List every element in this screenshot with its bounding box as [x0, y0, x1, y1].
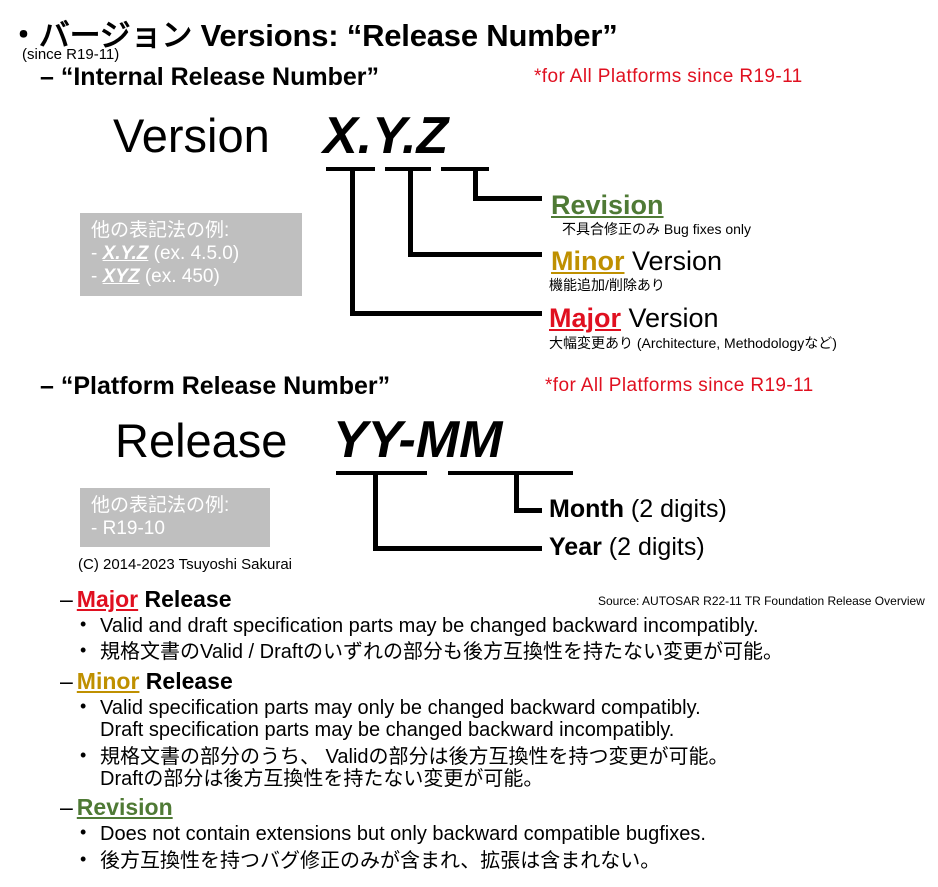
connector-year-vertical: [373, 475, 378, 551]
release-dash-revision: –: [60, 794, 73, 821]
connector-minor-vertical: [408, 171, 413, 257]
connector-month-horizontal: [514, 508, 542, 513]
release-type-heading-major: – Major Release: [60, 588, 938, 611]
label-month-suffix: (2 digits): [623, 495, 727, 523]
label-month-key: Month: [549, 495, 624, 523]
release-type-heading-revision: – Revision: [60, 796, 938, 819]
bullet-line-1: Valid and draft specification parts may …: [100, 615, 759, 637]
release-key-major: Major: [76, 586, 139, 612]
release-bullets-minor: Valid specification parts may only be ch…: [60, 696, 938, 791]
label-year-suffix: (2 digits): [601, 533, 705, 561]
segment-underline-mm: [448, 471, 573, 475]
bullet-line-2: Draft specification parts may be changed…: [100, 719, 675, 742]
label-minor-key: Minor: [551, 246, 625, 276]
segment-underline-yy: [336, 471, 427, 475]
connector-minor-horizontal: [408, 252, 542, 257]
release-dash-minor: –: [60, 667, 73, 694]
since-release-note: (since R19-11): [22, 46, 120, 63]
callout2-line-1: - R19-10: [91, 518, 165, 540]
list-item: 後方互換性を持つバグ修正のみが含まれ、拡張は含まれない。: [60, 849, 938, 872]
callout-line2-suffix: (ex. 450): [139, 266, 220, 288]
release-suffix-major: Release: [138, 586, 232, 612]
segment-underline-z: [441, 167, 489, 171]
release-type-list: –Major Release Valid and draft specifica…: [60, 588, 938, 872]
bullet-line-1: 規格文書のValid / Draftのいずれの部分も後方互換性を持たない変更が可…: [100, 641, 783, 664]
label-revision-sub: 不具合修正のみ Bug fixes only: [562, 221, 752, 237]
callout-line1-suffix: (ex. 4.5.0): [148, 243, 240, 265]
label-revision: Revision: [551, 192, 664, 219]
label-revision-key: Revision: [551, 190, 664, 220]
bullet-line-1: 後方互換性を持つバグ修正のみが含まれ、拡張は含まれない。: [100, 849, 661, 872]
connector-major-vertical: [350, 171, 355, 316]
internal-release-heading: – “Internal Release Number”: [40, 63, 380, 91]
bullet-line-1: 規格文書の部分のうち、 Validの部分は後方互換性を持つ変更が可能。: [100, 745, 729, 768]
callout-line1-prefix: -: [91, 243, 103, 265]
label-month: Month (2 digits): [549, 495, 727, 524]
callout-line-2: - XYZ (ex. 450): [91, 265, 291, 288]
bullet-line-2: Draftの部分は後方互換性を持たない変更が可能。: [100, 767, 544, 790]
bullet-line-1: Does not contain extensions but only bac…: [100, 823, 706, 846]
callout2-title: 他の表記法の例:: [91, 495, 230, 516]
label-major-key: Major: [549, 303, 622, 333]
release-dash-major: –: [60, 586, 73, 612]
label-year: Year (2 digits): [549, 533, 705, 562]
list-item: Does not contain extensions but only bac…: [60, 822, 938, 846]
release-word: Release: [115, 414, 288, 467]
list-item: Valid specification parts may only be ch…: [60, 696, 938, 742]
label-major: Major Version: [549, 305, 719, 332]
release-bullets-revision: Does not contain extensions but only bac…: [60, 822, 938, 872]
label-major-sub: 大幅変更あり (Architecture, Methodologyなど): [549, 335, 837, 351]
list-item: 規格文書の部分のうち、 Validの部分は後方互換性を持つ変更が可能。 Draf…: [60, 745, 938, 791]
callout-line1-key: X.Y.Z: [102, 243, 149, 265]
list-item: Valid and draft specification parts may …: [60, 614, 938, 637]
label-year-key: Year: [549, 533, 602, 561]
connector-year-horizontal: [373, 546, 542, 551]
bullet-line-1: Valid specification parts may only be ch…: [100, 696, 701, 719]
connector-revision-horizontal: [473, 196, 542, 201]
version-pattern: X.Y.Z: [323, 107, 449, 165]
label-minor-suffix: Version: [624, 246, 723, 276]
list-item: 規格文書のValid / Draftのいずれの部分も後方互換性を持たない変更が可…: [60, 640, 938, 664]
label-minor: Minor Version: [551, 248, 722, 275]
callout-line2-key: XYZ: [102, 266, 140, 288]
label-minor-sub: 機能追加/削除あり: [549, 277, 665, 293]
callout-line-1: - X.Y.Z (ex. 4.5.0): [91, 242, 291, 265]
notation-callout-version: 他の表記法の例: - X.Y.Z (ex. 4.5.0) - XYZ (ex. …: [80, 213, 302, 296]
callout-title: 他の表記法の例:: [91, 220, 230, 241]
release-pattern: YY-MM: [333, 411, 503, 469]
callout-line2-prefix: -: [91, 266, 103, 288]
label-major-suffix: Version: [621, 303, 719, 333]
connector-major-horizontal: [350, 311, 542, 316]
internal-platform-note: *for All Platforms since R19-11: [534, 66, 803, 87]
platform-release-note: *for All Platforms since R19-11: [545, 375, 814, 396]
release-bullets-major: Valid and draft specification parts may …: [60, 614, 938, 664]
version-word: Version: [113, 109, 270, 162]
release-suffix-minor: Release: [139, 667, 233, 694]
notation-callout-release: 他の表記法の例: - R19-10: [80, 488, 270, 548]
release-type-heading-minor: – Minor Release: [60, 667, 938, 694]
release-key-minor: Minor: [76, 667, 140, 694]
platform-release-heading: – “Platform Release Number”: [40, 372, 391, 400]
copyright-notice: (C) 2014-2023 Tsuyoshi Sakurai: [78, 556, 293, 573]
release-key-revision: Revision: [76, 794, 173, 821]
